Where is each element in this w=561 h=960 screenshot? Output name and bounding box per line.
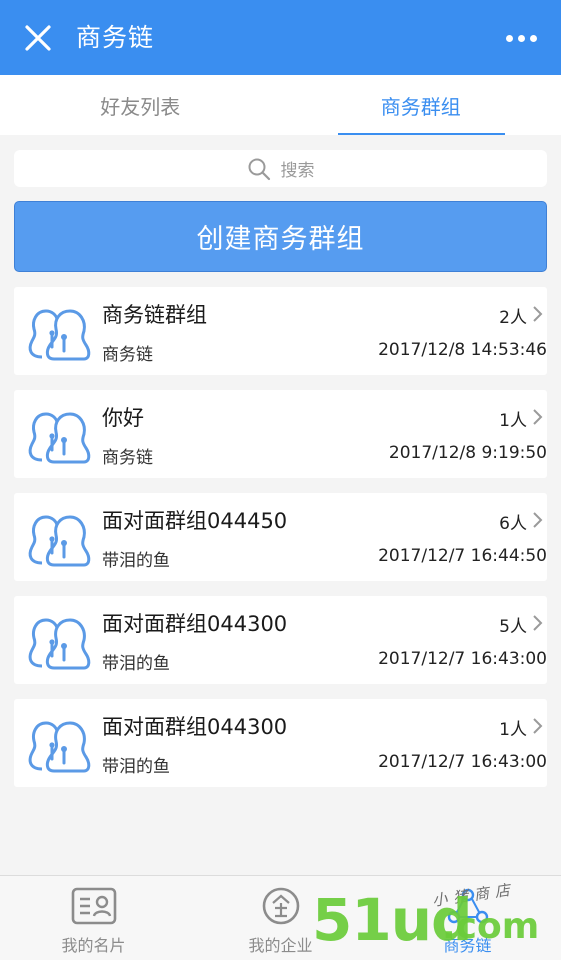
group-avatar-icon [28, 309, 91, 361]
group-list-item[interactable]: 面对面群组044300 带泪的鱼 5人 2017/12/7 16:43:00 [14, 596, 547, 684]
member-count: 1人 [499, 411, 527, 431]
tab-business-groups[interactable]: 商务群组 [281, 75, 561, 135]
group-owner: 带泪的鱼 [102, 757, 170, 777]
chevron-right-icon [533, 615, 543, 631]
nav-label: 我的企业 [248, 936, 313, 955]
group-avatar-icon [28, 721, 91, 773]
more-dot-icon [529, 34, 537, 42]
group-list-item[interactable]: 面对面群组044450 带泪的鱼 6人 2017/12/7 16:44:50 [14, 493, 547, 581]
close-icon [25, 25, 51, 51]
group-avatar-icon [28, 412, 91, 464]
chevron-right-icon [533, 718, 543, 734]
search-icon [248, 158, 270, 180]
business-chain-icon [444, 886, 492, 926]
member-count: 6人 [499, 514, 527, 534]
top-bar: 商务链 [0, 0, 561, 75]
group-avatar-icon [28, 618, 91, 670]
more-dot-icon [517, 34, 525, 42]
chevron-right-icon [533, 306, 543, 322]
group-name: 面对面群组044300 [102, 612, 288, 636]
group-list-item[interactable]: 面对面群组044300 带泪的鱼 1人 2017/12/7 16:43:00 [14, 699, 547, 787]
enterprise-icon [257, 886, 305, 926]
close-button[interactable] [22, 20, 54, 56]
tab-bar: 好友列表 商务群组 [0, 75, 561, 135]
member-count: 1人 [499, 720, 527, 740]
group-list: 商务链群组 商务链 2人 2017/12/8 14:53:46 你好 商务链 1… [14, 287, 547, 802]
bottom-nav: 我的名片 我的企业 商务链 [0, 875, 561, 960]
nav-label: 我的名片 [61, 936, 126, 955]
business-card-icon [70, 886, 118, 926]
group-name: 商务链群组 [102, 303, 207, 327]
nav-item-my-card[interactable]: 我的名片 [0, 876, 187, 960]
group-name: 面对面群组044300 [102, 715, 288, 739]
more-dot-icon [505, 34, 513, 42]
tab-friend-list[interactable]: 好友列表 [0, 75, 281, 135]
create-business-group-button[interactable]: 创建商务群组 [14, 201, 547, 272]
group-timestamp: 2017/12/7 16:43:00 [378, 752, 547, 772]
group-owner: 商务链 [102, 448, 153, 468]
page-title: 商务链 [76, 23, 155, 52]
member-count: 5人 [499, 617, 527, 637]
more-options-button[interactable] [501, 24, 541, 52]
group-name: 你好 [102, 406, 144, 430]
nav-item-my-enterprise[interactable]: 我的企业 [187, 876, 374, 960]
group-list-item[interactable]: 商务链群组 商务链 2人 2017/12/8 14:53:46 [14, 287, 547, 375]
member-count: 2人 [499, 308, 527, 328]
group-timestamp: 2017/12/8 14:53:46 [378, 340, 547, 360]
nav-item-business-chain[interactable]: 商务链 [374, 876, 561, 960]
search-bar[interactable]: 搜索 [14, 150, 547, 187]
group-owner: 商务链 [102, 345, 153, 365]
chevron-right-icon [533, 512, 543, 528]
group-timestamp: 2017/12/7 16:43:00 [378, 649, 547, 669]
group-avatar-icon [28, 515, 91, 567]
group-owner: 带泪的鱼 [102, 654, 170, 674]
chevron-right-icon [533, 409, 543, 425]
group-owner: 带泪的鱼 [102, 551, 170, 571]
group-name: 面对面群组044450 [102, 509, 288, 533]
group-timestamp: 2017/12/7 16:44:50 [378, 546, 547, 566]
group-list-item[interactable]: 你好 商务链 1人 2017/12/8 9:19:50 [14, 390, 547, 478]
search-placeholder: 搜索 [280, 161, 315, 181]
nav-label: 商务链 [443, 936, 492, 955]
group-timestamp: 2017/12/8 9:19:50 [388, 443, 547, 463]
